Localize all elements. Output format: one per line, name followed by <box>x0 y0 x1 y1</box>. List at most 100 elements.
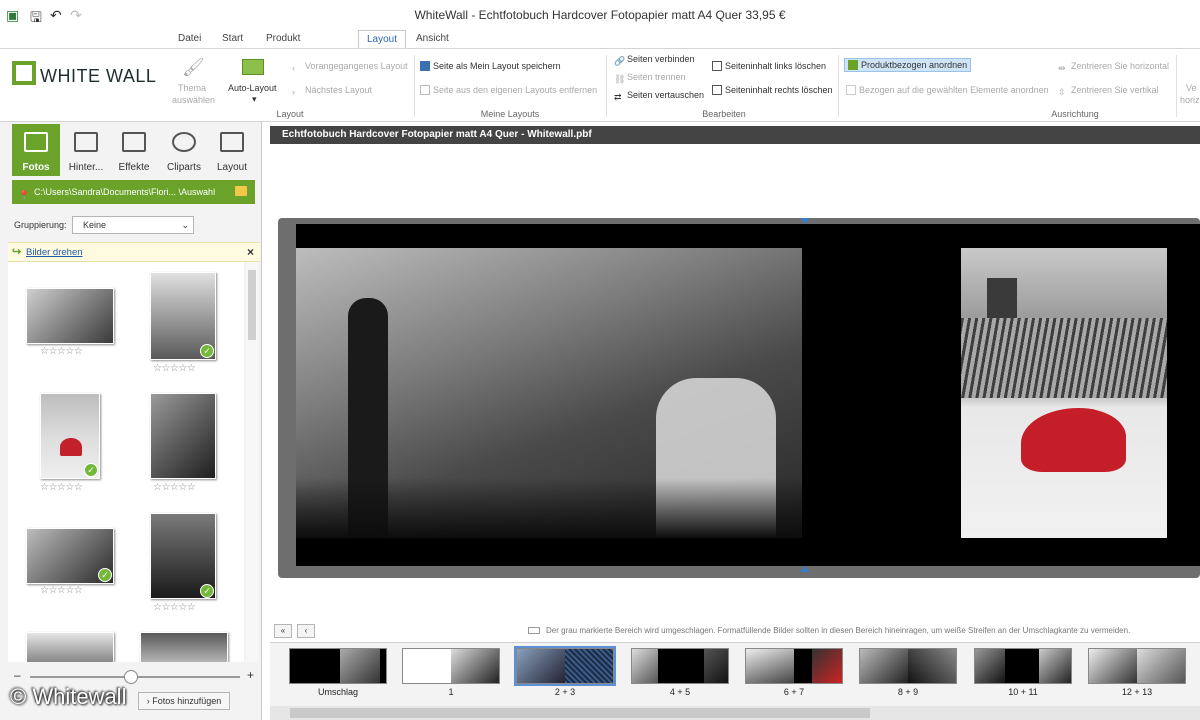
vertauschen-label: Seiten vertauschen <box>627 90 705 100</box>
page-thumbnail-umschlag[interactable] <box>289 648 387 684</box>
page-label: 4 + 5 <box>669 687 691 697</box>
watermark: © Whitewall <box>10 684 127 709</box>
fotos-hinzufuegen-button[interactable]: › Fotos hinzufügen <box>138 692 230 710</box>
info-text: Der grau markierte Bereich wird umgeschl… <box>546 626 1131 635</box>
arrange-icon <box>848 60 858 70</box>
check-icon: ✓ <box>98 568 112 582</box>
page-thumbnail-4-5[interactable] <box>631 648 729 684</box>
vorangegangenes-layout-button[interactable]: ‹ Vorangegangenes Layout <box>292 61 408 73</box>
logo-text: WHITE WALL <box>40 66 157 86</box>
page-strip-scrollbar[interactable] <box>270 706 1200 720</box>
scrollbar-thumb[interactable] <box>290 708 870 718</box>
page-thumb-image <box>1089 649 1137 683</box>
produktbezogen-anordnen-button[interactable]: Produktbezogen anordnen <box>844 58 972 72</box>
bezogen-anordnen-button[interactable]: Bezogen auf die gewählten Elemente anord… <box>846 85 1049 95</box>
thumbnail-scrollbar[interactable] <box>246 262 258 662</box>
page-thumbnail-2-3[interactable] <box>514 646 616 686</box>
clear-right-icon <box>712 85 722 95</box>
folder-path-bar[interactable]: 📍 C:\Users\Sandra\Documents\Flori... \Au… <box>12 180 255 204</box>
ribbon: WHITE WALL 🖌 Thema auswählen Auto-Layout… <box>0 48 1200 122</box>
auto-layout-button[interactable]: Auto-Layout <box>228 83 277 93</box>
group-label-meine-layouts: Meine Layouts <box>480 109 540 119</box>
page-label: 8 + 9 <box>897 687 919 697</box>
arrange-selected-icon <box>846 85 856 95</box>
grouping-select[interactable]: Keine ⌄ <box>72 216 194 234</box>
check-icon: ✓ <box>200 584 214 598</box>
slider-knob[interactable] <box>124 670 138 684</box>
page-thumb-image <box>632 649 658 683</box>
rating-stars[interactable]: ☆☆☆☆☆ <box>40 346 83 357</box>
thumbnail-image <box>26 632 114 662</box>
scrollbar-thumb[interactable] <box>248 270 256 340</box>
photo-thumbnail-list: ☆☆☆☆☆ ✓ ☆☆☆☆☆ ✓ ☆☆☆☆☆ ☆☆☆☆☆ ✓ ☆☆☆☆☆ ✓ ☆☆… <box>8 262 244 662</box>
zoom-out-icon[interactable]: – <box>14 668 21 682</box>
fold-info-text: Der grau markierte Bereich wird umgeschl… <box>528 626 1130 635</box>
page-label: 1 <box>448 687 454 697</box>
rating-stars[interactable]: ☆☆☆☆☆ <box>153 482 196 493</box>
seiten-trennen-button[interactable]: ⛓ Seiten trennen <box>614 72 686 84</box>
center-horizontal-icon: ⇹ <box>1058 63 1066 73</box>
tab-layout[interactable]: Layout <box>358 30 407 48</box>
prev-page-button[interactable]: ‹ <box>297 624 315 638</box>
stage-shadow <box>296 478 802 538</box>
panel-tab-effekte[interactable]: Effekte <box>110 124 158 176</box>
add-button-label: Fotos hinzufügen <box>152 696 222 706</box>
unlink-icon: ⛓ <box>614 74 626 84</box>
tab-ansicht[interactable]: Ansicht <box>408 30 457 48</box>
panel-tab-fotos[interactable]: Fotos <box>12 124 60 176</box>
truncated-label-2: horiz <box>1180 95 1200 105</box>
layout-entfernen-button[interactable]: Seite aus den eigenen Layouts entfernen <box>420 85 597 95</box>
zentrieren-horizontal-button[interactable]: ⇹ Zentrieren Sie horizontal <box>1058 61 1169 73</box>
page-label: 10 + 11 <box>1008 687 1038 697</box>
grouping-value: Keine <box>83 220 107 230</box>
rating-stars[interactable]: ☆☆☆☆☆ <box>153 363 196 374</box>
tab-datei[interactable]: Datei <box>170 30 209 48</box>
thumbnail-zoom-slider[interactable]: – + <box>14 668 254 684</box>
pin-icon: 📍 <box>18 191 31 202</box>
page-thumbnail-8-9[interactable] <box>859 648 957 684</box>
page-thumb-image <box>860 649 908 683</box>
thumbnail-image <box>150 393 216 479</box>
bilder-drehen-link[interactable]: Bilder drehen <box>26 247 83 258</box>
left-panel: Fotos Hinter... Effekte Cliparts Layout … <box>0 122 262 720</box>
chevron-down-icon: ⌄ <box>181 220 189 230</box>
zentrieren-vertikal-button[interactable]: ⇳ Zentrieren Sie vertikal <box>1058 85 1159 97</box>
rechts-loeschen-button[interactable]: Seiteninhalt rechts löschen <box>712 85 833 95</box>
page-thumb-image <box>704 649 728 683</box>
folder-path: C:\Users\Sandra\Documents\Flori... \Ausw… <box>34 187 216 197</box>
page-thumbnail-6-7[interactable] <box>745 648 843 684</box>
zoom-in-icon[interactable]: + <box>247 668 254 682</box>
brush-icon: 🖌 <box>182 57 205 77</box>
fold-area-swatch <box>528 627 540 634</box>
house-silhouette <box>987 278 1017 318</box>
seiten-vertauschen-button[interactable]: ⇄ Seiten vertauschen <box>614 90 704 102</box>
layout-speichern-button[interactable]: Seite als Mein Layout speichern <box>420 61 561 71</box>
thema-button[interactable]: Thema <box>178 83 206 93</box>
links-loeschen-button[interactable]: Seiteninhalt links löschen <box>712 61 826 71</box>
tab-start[interactable]: Start <box>214 30 251 48</box>
rating-stars[interactable]: ☆☆☆☆☆ <box>153 602 196 613</box>
page-thumb-image <box>908 649 956 683</box>
orchestra-photo[interactable] <box>296 248 802 538</box>
panel-tab-hintergrund[interactable]: Hinter... <box>62 124 110 176</box>
truncated-label-1: Ve <box>1186 83 1197 93</box>
rating-stars[interactable]: ☆☆☆☆☆ <box>40 482 83 493</box>
red-dress-photo[interactable] <box>961 248 1167 538</box>
page-thumbnail-1[interactable] <box>402 648 500 684</box>
folder-icon[interactable] <box>235 186 247 196</box>
page-thumbnail-12-13[interactable] <box>1088 648 1186 684</box>
page-thumb-image <box>565 649 613 683</box>
first-page-button[interactable]: « <box>274 624 292 638</box>
panel-tab-layout[interactable]: Layout <box>208 124 256 176</box>
speichern-label: Seite als Mein Layout speichern <box>433 61 561 71</box>
rating-stars[interactable]: ☆☆☆☆☆ <box>40 585 83 596</box>
page-thumb-image <box>1039 649 1071 683</box>
seiten-verbinden-button[interactable]: 🔗 Seiten verbinden <box>614 54 695 66</box>
red-dress-figure <box>60 438 82 456</box>
thumbnail-image <box>140 632 228 662</box>
close-icon[interactable]: × <box>247 245 254 259</box>
tab-produkt-bearbeiten[interactable]: Produkt bearbeiten <box>258 30 321 62</box>
naechstes-layout-button[interactable]: › Nächstes Layout <box>292 85 372 97</box>
panel-tab-cliparts[interactable]: Cliparts <box>160 124 208 176</box>
page-thumbnail-10-11[interactable] <box>974 648 1072 684</box>
